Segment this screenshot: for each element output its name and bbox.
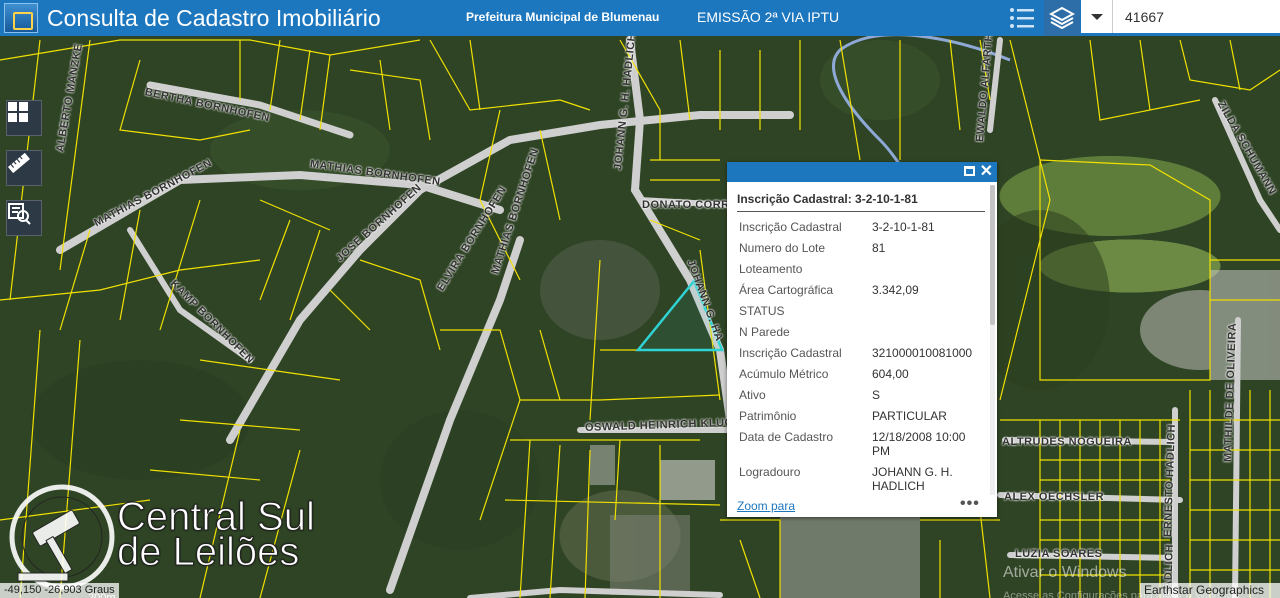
popup-scrollbar[interactable]: [990, 185, 995, 495]
municipal-crest-icon: [4, 3, 38, 33]
street-label: ALTRUDES NOGUEIRA: [1002, 436, 1132, 448]
attribute-key: Numero do Lote: [739, 241, 826, 255]
feature-popup: ✕ Inscrição Cadastral: 3-2-10-1-81 Inscr…: [727, 162, 997, 517]
identify-button[interactable]: [6, 200, 42, 236]
attribute-key: Acúmulo Métrico: [739, 367, 829, 381]
attribute-value: S: [872, 388, 881, 402]
app-title: Consulta de Cadastro Imobiliário: [47, 4, 381, 31]
basemap-button[interactable]: [6, 100, 42, 136]
attribute-value: PARTICULAR: [872, 409, 947, 423]
attribute-value: 12/18/2008 10:00 PM: [872, 430, 966, 458]
attribute-key: Data de Cadastro: [739, 430, 834, 444]
street-label: DONATO CORRE: [642, 199, 738, 211]
attribute-key: Loteamento: [739, 262, 803, 276]
maximize-icon[interactable]: [964, 166, 975, 176]
coordinate-readout: -49,150 -26,903 Graus: [0, 583, 119, 598]
search-dropdown[interactable]: [1081, 0, 1113, 33]
list-button[interactable]: [1004, 0, 1040, 36]
grid-icon: [8, 102, 28, 122]
popup-titlebar: ✕: [727, 162, 997, 182]
more-actions-button[interactable]: •••: [960, 495, 980, 513]
organization-name: Prefeitura Municipal de Blumenau: [466, 10, 660, 24]
layers-button[interactable]: [1044, 0, 1080, 36]
attribute-value: 321000010081000: [872, 346, 973, 360]
list-icon: [1010, 8, 1034, 28]
map-attribution: Earthstar Geographics: [1140, 583, 1280, 598]
attribute-key: Inscrição Cadastral: [739, 346, 842, 360]
layers-icon: [1049, 6, 1075, 30]
attribute-key: Patrimônio: [739, 409, 797, 423]
measure-button[interactable]: [6, 150, 42, 186]
ruler-icon: [8, 152, 30, 174]
attribute-key: Área Cartográfica: [739, 283, 834, 297]
attribute-key: N Parede: [739, 325, 790, 339]
attribute-value: 3.342,09: [872, 283, 919, 297]
attribute-key: STATUS: [739, 304, 785, 318]
popup-title: Inscrição Cadastral: 3-2-10-1-81: [737, 192, 918, 206]
watermark-line2: de Leilões: [116, 530, 300, 574]
windows-activation-notice: Ativar o Windows: [1003, 564, 1127, 581]
attribute-value: 604,00: [872, 367, 909, 381]
attribute-value: 3-2-10-1-81: [872, 220, 935, 234]
popup-divider: [737, 211, 985, 212]
chevron-down-icon: [1090, 13, 1103, 20]
street-label: LUZIA SOARES: [1015, 548, 1103, 560]
street-label: ALEX OECHSLER: [1004, 491, 1105, 503]
search-box: [1081, 0, 1280, 33]
identify-icon: [8, 203, 31, 225]
search-input[interactable]: [1113, 0, 1273, 33]
attribute-value: 81: [872, 241, 886, 255]
emission-link[interactable]: EMISSÃO 2ª VIA IPTU: [697, 9, 839, 25]
attribute-key: Logradouro: [739, 465, 801, 479]
scrollbar-thumb[interactable]: [990, 185, 995, 325]
app-header: Consulta de Cadastro Imobiliário Prefeit…: [0, 0, 1280, 36]
attribute-key: Inscrição Cadastral: [739, 220, 842, 234]
attribute-key: Ativo: [739, 388, 766, 402]
zoom-to-link[interactable]: Zoom para: [737, 499, 795, 513]
attribute-value: JOHANN G. H. HADLICH: [872, 465, 953, 493]
close-icon[interactable]: ✕: [980, 162, 993, 182]
